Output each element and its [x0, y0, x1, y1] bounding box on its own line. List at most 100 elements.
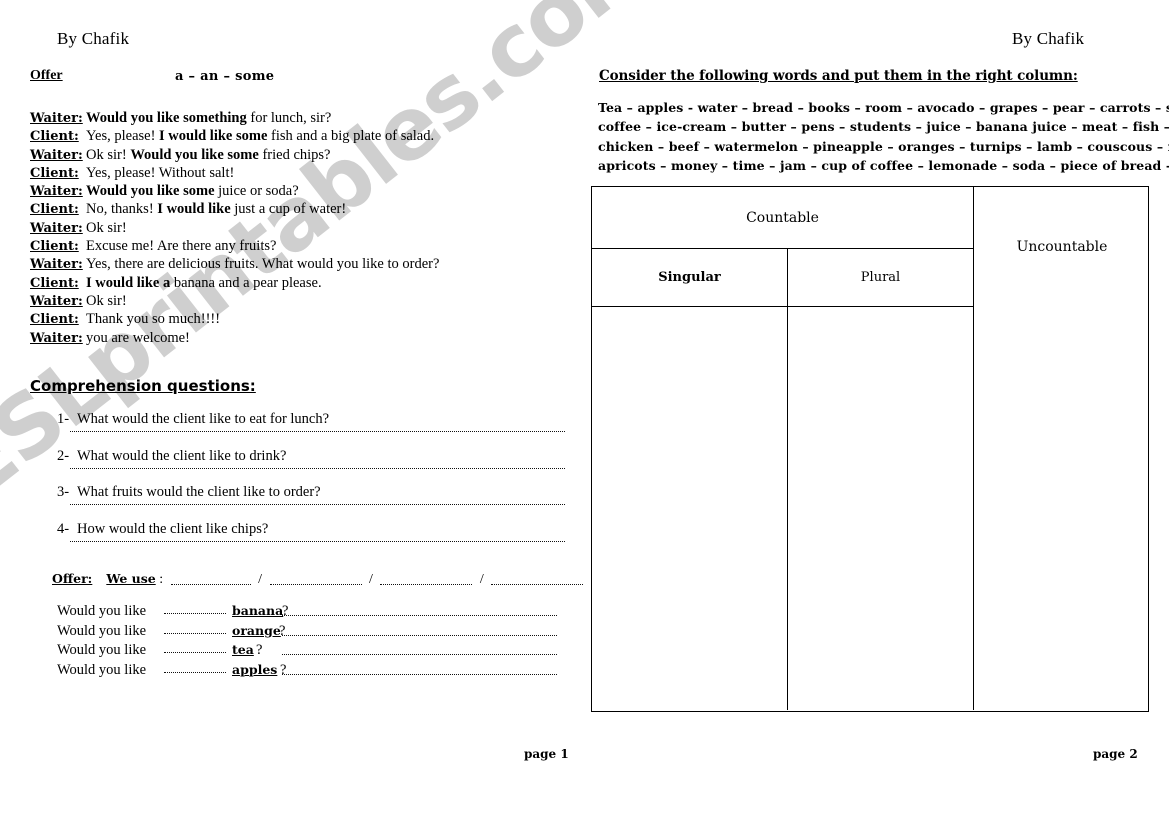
- question-number: 3-: [57, 484, 70, 500]
- would-you-like-prefix: Would you like: [57, 603, 147, 619]
- word-list: Tea – apples - water – bread – books – r…: [598, 100, 1169, 177]
- dialogue-text: you are welcome!: [86, 330, 570, 347]
- word-list-line: coffee – ice-cream – butter – pens – stu…: [598, 119, 1169, 135]
- answer-dotted-line[interactable]: [282, 634, 557, 636]
- dialogue-plain: you are welcome!: [86, 329, 190, 346]
- dialogue-plain: Ok sir!: [86, 292, 127, 309]
- target-word: orange: [232, 622, 281, 638]
- would-you-like-row: Would you like banana ?: [57, 603, 577, 623]
- target-word: banana: [232, 603, 284, 618]
- dialogue-line: Waiter: Yes, there are delicious fruits.…: [30, 256, 570, 274]
- offer-rule-colon: :: [159, 572, 164, 587]
- dialogue-rest: banana and a pear please.: [170, 274, 322, 291]
- table-header-uncountable: Uncountable: [1016, 239, 1108, 255]
- dialogue-rest: fried chips?: [258, 146, 331, 163]
- offer-blank-3[interactable]: [380, 584, 473, 585]
- article-blank[interactable]: [164, 613, 226, 614]
- dialogue-plain: Ok sir!: [86, 219, 127, 236]
- article-blank[interactable]: [164, 671, 226, 673]
- answer-dotted-line[interactable]: [282, 654, 557, 655]
- word-list-line: chicken – beef – watermelon – pineapple …: [598, 138, 1169, 154]
- dialogue-plain: No, thanks!: [86, 201, 158, 218]
- dialogue-line: Client: I would like a banana and a pear…: [30, 275, 570, 293]
- question-item: 3- What fruits would the client like to …: [57, 484, 577, 521]
- dialogue-text: Yes, please! Without salt!: [86, 165, 570, 182]
- dialogue-plain: Yes, there are delicious fruits. What wo…: [86, 256, 440, 273]
- dialogue-text: No, thanks! I would like just a cup of w…: [86, 201, 570, 218]
- answer-dotted-line[interactable]: [70, 504, 565, 505]
- page-number-left: page 1: [524, 747, 569, 761]
- dialogue-line: Waiter: Would you like some juice or sod…: [30, 183, 570, 201]
- dialogue-rest: juice or soda?: [214, 183, 299, 200]
- dialogue-text: Ok sir!: [86, 293, 570, 310]
- offer-rule-label: Offer:: [52, 571, 93, 586]
- dialogue-plain: Yes, please! Without salt!: [86, 164, 235, 181]
- comprehension-heading: Comprehension questions:: [30, 377, 256, 395]
- dialogue-plain: Ok sir!: [86, 146, 131, 163]
- speaker-label: Client:: [30, 165, 79, 181]
- question-item: 1- What would the client like to eat for…: [57, 411, 577, 448]
- answer-dotted-line[interactable]: [282, 615, 557, 616]
- offer-heading: Offer: [30, 68, 63, 83]
- table-header-plural: Plural: [788, 249, 974, 307]
- answer-dotted-line[interactable]: [70, 540, 565, 542]
- dialogue-line: Client: Thank you so much!!!!: [30, 311, 570, 329]
- table-header-countable: Countable: [592, 187, 974, 249]
- dialogue-rest: for lunch, sir?: [246, 110, 332, 126]
- dialogue-bold: I would like: [157, 201, 231, 218]
- dialogue-block: Waiter: Would you like something for lun…: [30, 110, 570, 348]
- dialogue-line: Waiter: Would you like something for lun…: [30, 110, 570, 128]
- speaker-label: Waiter:: [30, 330, 83, 346]
- worksheet-content: By Chafik Offer a – an – some Waiter: Wo…: [0, 0, 1169, 821]
- would-you-like-row: Would you like apples ?: [57, 662, 577, 682]
- speaker-label: Client:: [30, 239, 79, 255]
- would-you-like-row: Would you like orange ?: [57, 623, 577, 643]
- article-blank[interactable]: [164, 632, 226, 634]
- speaker-label: Waiter:: [30, 257, 83, 273]
- word-list-line: Tea – apples - water – bread – books – r…: [598, 100, 1169, 115]
- speaker-label: Waiter:: [30, 220, 83, 236]
- worksheet-page: ESLprintables.com By Chafik Offer a – an…: [0, 0, 1169, 821]
- article-blank[interactable]: [164, 652, 226, 653]
- offer-blank-4[interactable]: [491, 584, 584, 585]
- answer-dotted-line[interactable]: [70, 431, 565, 432]
- offer-blank-1[interactable]: [170, 584, 251, 585]
- instruction-heading: Consider the following words and put the…: [599, 68, 1078, 84]
- target-word: apples: [232, 661, 278, 677]
- table-cell-singular-body[interactable]: [592, 307, 788, 710]
- question-number: 2-: [57, 447, 70, 464]
- dialogue-text: Thank you so much!!!!: [86, 311, 570, 328]
- dialogue-line: Waiter: Ok sir!: [30, 220, 570, 238]
- right-page: By Chafik Consider the following words a…: [585, 0, 1169, 821]
- speaker-label: Client:: [30, 275, 79, 291]
- offer-blank-2[interactable]: [269, 584, 362, 585]
- would-you-like-prefix: Would you like: [57, 661, 147, 678]
- offer-separator-3: /: [479, 572, 484, 587]
- question-item: 4- How would the client like chips?: [57, 521, 577, 558]
- target-word: tea: [232, 642, 254, 657]
- dialogue-line: Client: Excuse me! Are there any fruits?: [30, 238, 570, 256]
- answer-dotted-line[interactable]: [70, 467, 565, 469]
- would-you-like-prefix: Would you like: [57, 622, 147, 639]
- speaker-label: Client:: [30, 202, 79, 218]
- dialogue-bold: Would you like some: [130, 146, 259, 163]
- answer-dotted-line[interactable]: [282, 673, 557, 675]
- dialogue-rest: just a cup of water!: [230, 201, 347, 218]
- would-you-like-row: Would you like tea ?: [57, 642, 577, 662]
- dialogue-line: Waiter: you are welcome!: [30, 330, 570, 348]
- question-text: What would the client like to eat for lu…: [77, 411, 330, 427]
- dialogue-plain: Excuse me! Are there any fruits?: [86, 238, 277, 255]
- dialogue-line: Client: No, thanks! I would like just a …: [30, 201, 570, 219]
- dialogue-line: Client: Yes, please! I would like some f…: [30, 128, 570, 146]
- table-cell-uncountable-body[interactable]: [974, 307, 1150, 710]
- dialogue-line: Waiter: Ok sir!: [30, 293, 570, 311]
- byline-right: By Chafik: [1012, 29, 1085, 48]
- page-number-right: page 2: [1093, 747, 1138, 761]
- table-cell-plural-body[interactable]: [788, 307, 974, 710]
- question-mark: ?: [256, 642, 263, 658]
- question-number: 1-: [57, 411, 70, 427]
- speaker-label: Client:: [30, 129, 79, 145]
- speaker-label: Waiter:: [30, 111, 83, 126]
- question-text: How would the client like chips?: [77, 520, 269, 537]
- would-you-like-prefix: Would you like: [57, 642, 147, 658]
